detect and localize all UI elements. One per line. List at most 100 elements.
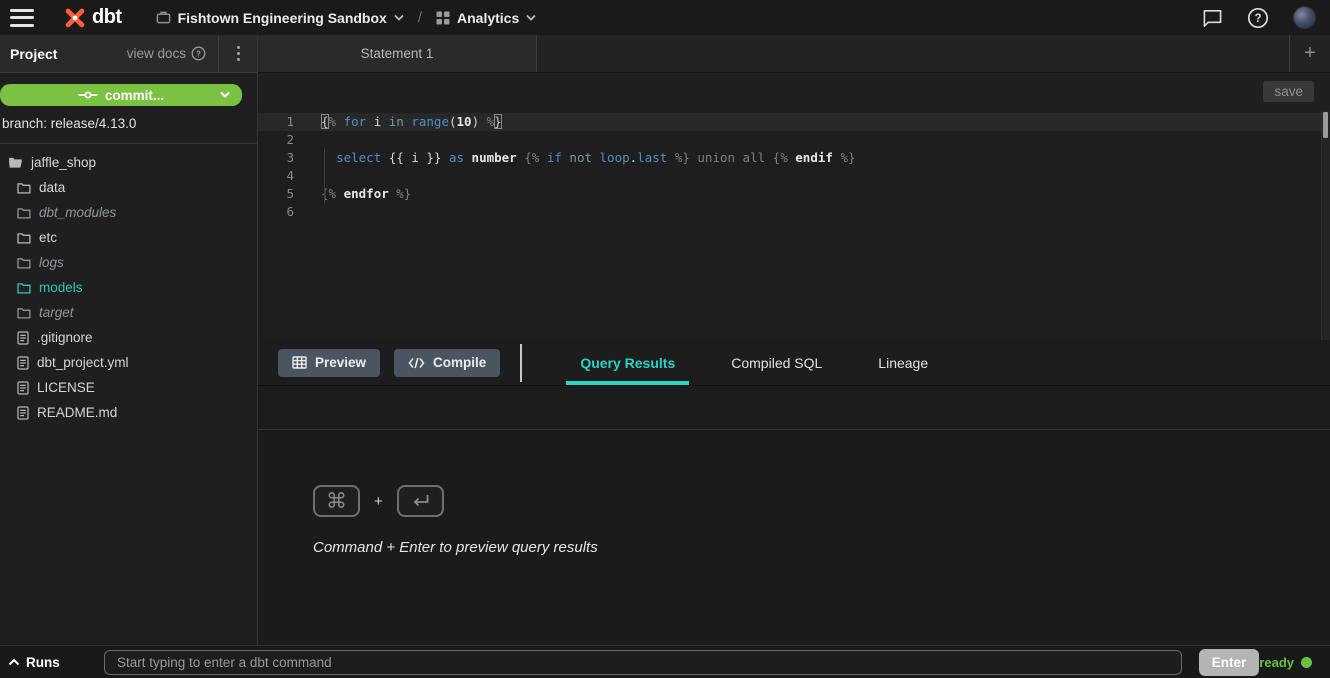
tab-lineage[interactable]: Lineage xyxy=(864,340,942,385)
divider xyxy=(0,143,257,144)
tab-statement-1[interactable]: Statement 1 xyxy=(258,35,537,72)
account-switcher[interactable]: Fishtown Engineering Sandbox xyxy=(156,10,404,26)
tab-compiled-sql[interactable]: Compiled SQL xyxy=(717,340,836,385)
dbt-logo-mark-icon xyxy=(62,5,88,31)
file-icon xyxy=(17,356,29,370)
code-line-text xyxy=(298,167,321,185)
top-bar: dbt Fishtown Engineering Sandbox / Analy… xyxy=(0,0,1330,35)
branch-label: branch: release/4.13.0 xyxy=(2,116,257,131)
dbt-cloud-ide: dbt Fishtown Engineering Sandbox / Analy… xyxy=(0,0,1330,678)
dbt-command-input[interactable] xyxy=(104,650,1182,675)
compile-button-label: Compile xyxy=(433,355,486,370)
tree-item-label: etc xyxy=(39,230,57,245)
editor-toolbar: save xyxy=(258,73,1330,110)
tree-item-dbt-modules[interactable]: dbt_modules xyxy=(0,200,257,225)
divider xyxy=(520,344,522,382)
file-icon xyxy=(17,406,29,420)
tree-item-license[interactable]: LICENSE xyxy=(0,375,257,400)
tree-item-target[interactable]: target xyxy=(0,300,257,325)
preview-button-label: Preview xyxy=(315,355,366,370)
preview-button[interactable]: Preview xyxy=(278,349,380,377)
view-docs-label: view docs xyxy=(127,46,186,61)
account-name: Fishtown Engineering Sandbox xyxy=(178,10,387,26)
tree-item-readme-md[interactable]: README.md xyxy=(0,400,257,425)
chat-icon[interactable] xyxy=(1202,8,1223,28)
grid-icon xyxy=(436,11,450,25)
tree-item-jaffle-shop[interactable]: jaffle_shop xyxy=(0,150,257,175)
save-button[interactable]: save xyxy=(1263,81,1314,102)
folder-icon xyxy=(17,207,31,219)
file-explorer-sidebar: Project view docs ? xyxy=(0,35,258,645)
dbt-logo[interactable]: dbt xyxy=(62,5,122,31)
editor-scrollbar[interactable] xyxy=(1321,110,1330,340)
help-circle-icon: ? xyxy=(191,46,206,61)
enter-key-icon xyxy=(397,485,444,517)
svg-text:?: ? xyxy=(1254,13,1261,25)
indent-guide xyxy=(324,149,325,203)
status-text: ready xyxy=(1259,655,1294,670)
command-key-icon: ⌘ xyxy=(313,485,360,517)
editor-tab-bar: Statement 1 + xyxy=(258,35,1330,73)
commit-button-label: commit... xyxy=(105,88,164,103)
tree-item-models[interactable]: models xyxy=(0,275,257,300)
tree-item-label: LICENSE xyxy=(37,380,95,395)
hamburger-menu-icon[interactable] xyxy=(10,9,34,27)
code-line-text xyxy=(298,203,321,221)
code-line-5[interactable]: 5{% endfor %} xyxy=(258,185,1330,203)
compile-button[interactable]: Compile xyxy=(394,349,500,377)
status-indicator: ready xyxy=(1259,655,1312,670)
tab-label: Query Results xyxy=(580,355,675,371)
tree-item-label: logs xyxy=(39,255,64,270)
new-tab-button[interactable]: + xyxy=(1290,35,1330,72)
code-line-2[interactable]: 2 xyxy=(258,131,1330,149)
shortcut-hint-text: Command + Enter to preview query results xyxy=(313,539,1330,556)
results-tabs: Query Results Compiled SQL Lineage xyxy=(552,340,956,385)
dbt-wordmark: dbt xyxy=(92,6,122,29)
code-line-4[interactable]: 4 xyxy=(258,167,1330,185)
folder-icon xyxy=(17,232,31,244)
chevron-up-icon xyxy=(8,658,20,666)
tree-item--gitignore[interactable]: .gitignore xyxy=(0,325,257,350)
tree-item-data[interactable]: data xyxy=(0,175,257,200)
sidebar-menu-kebab-icon[interactable] xyxy=(219,46,257,61)
project-panel-title: Project xyxy=(10,46,57,62)
tree-item-dbt-project-yml[interactable]: dbt_project.yml xyxy=(0,350,257,375)
tree-item-etc[interactable]: etc xyxy=(0,225,257,250)
shortcut-hint: ⌘ + xyxy=(313,485,1330,517)
svg-text:?: ? xyxy=(196,50,201,59)
tab-query-results[interactable]: Query Results xyxy=(566,340,689,385)
runs-toggle[interactable]: Runs xyxy=(8,655,104,670)
tab-label: Statement 1 xyxy=(361,46,434,61)
line-number: 1 xyxy=(258,113,298,131)
tree-item-logs[interactable]: logs xyxy=(0,250,257,275)
plus-text: + xyxy=(374,493,383,510)
code-line-6[interactable]: 6 xyxy=(258,203,1330,221)
commit-button[interactable]: commit... xyxy=(0,84,242,106)
enter-button[interactable]: Enter xyxy=(1199,649,1260,676)
chevron-down-icon xyxy=(394,14,404,21)
results-empty-state: ⌘ + Command + Enter to preview query res… xyxy=(258,430,1330,645)
code-brackets-icon xyxy=(408,357,425,369)
code-line-3[interactable]: 3 select {{ i }} as number {% if not loo… xyxy=(258,149,1330,167)
tree-item-label: data xyxy=(39,180,65,195)
status-dot-icon xyxy=(1301,657,1312,668)
code-line-text xyxy=(298,131,321,149)
results-toolbar: Preview Compile Query Results Compiled SQ… xyxy=(258,340,1330,386)
line-number: 3 xyxy=(258,149,298,167)
tree-item-label: README.md xyxy=(37,405,117,420)
help-icon[interactable]: ? xyxy=(1247,7,1269,29)
code-line-1[interactable]: 1{% for i in range(10) %} xyxy=(258,113,1330,131)
code-line-text: {% for i in range(10) %} xyxy=(298,113,502,131)
view-docs-link[interactable]: view docs ? xyxy=(127,46,206,61)
commit-dropdown-chevron-icon[interactable] xyxy=(220,91,230,98)
tree-item-label: dbt_project.yml xyxy=(37,355,129,370)
folder-icon xyxy=(17,307,31,319)
table-grid-icon xyxy=(292,356,307,369)
tab-label: Lineage xyxy=(878,355,928,371)
line-number: 2 xyxy=(258,131,298,149)
code-line-text: select {{ i }} as number {% if not loop.… xyxy=(298,149,856,167)
project-switcher[interactable]: Analytics xyxy=(436,10,536,26)
code-editor[interactable]: 1{% for i in range(10) %}23 select {{ i … xyxy=(258,110,1330,340)
avatar[interactable] xyxy=(1293,6,1316,29)
breadcrumb-separator: / xyxy=(418,9,422,26)
